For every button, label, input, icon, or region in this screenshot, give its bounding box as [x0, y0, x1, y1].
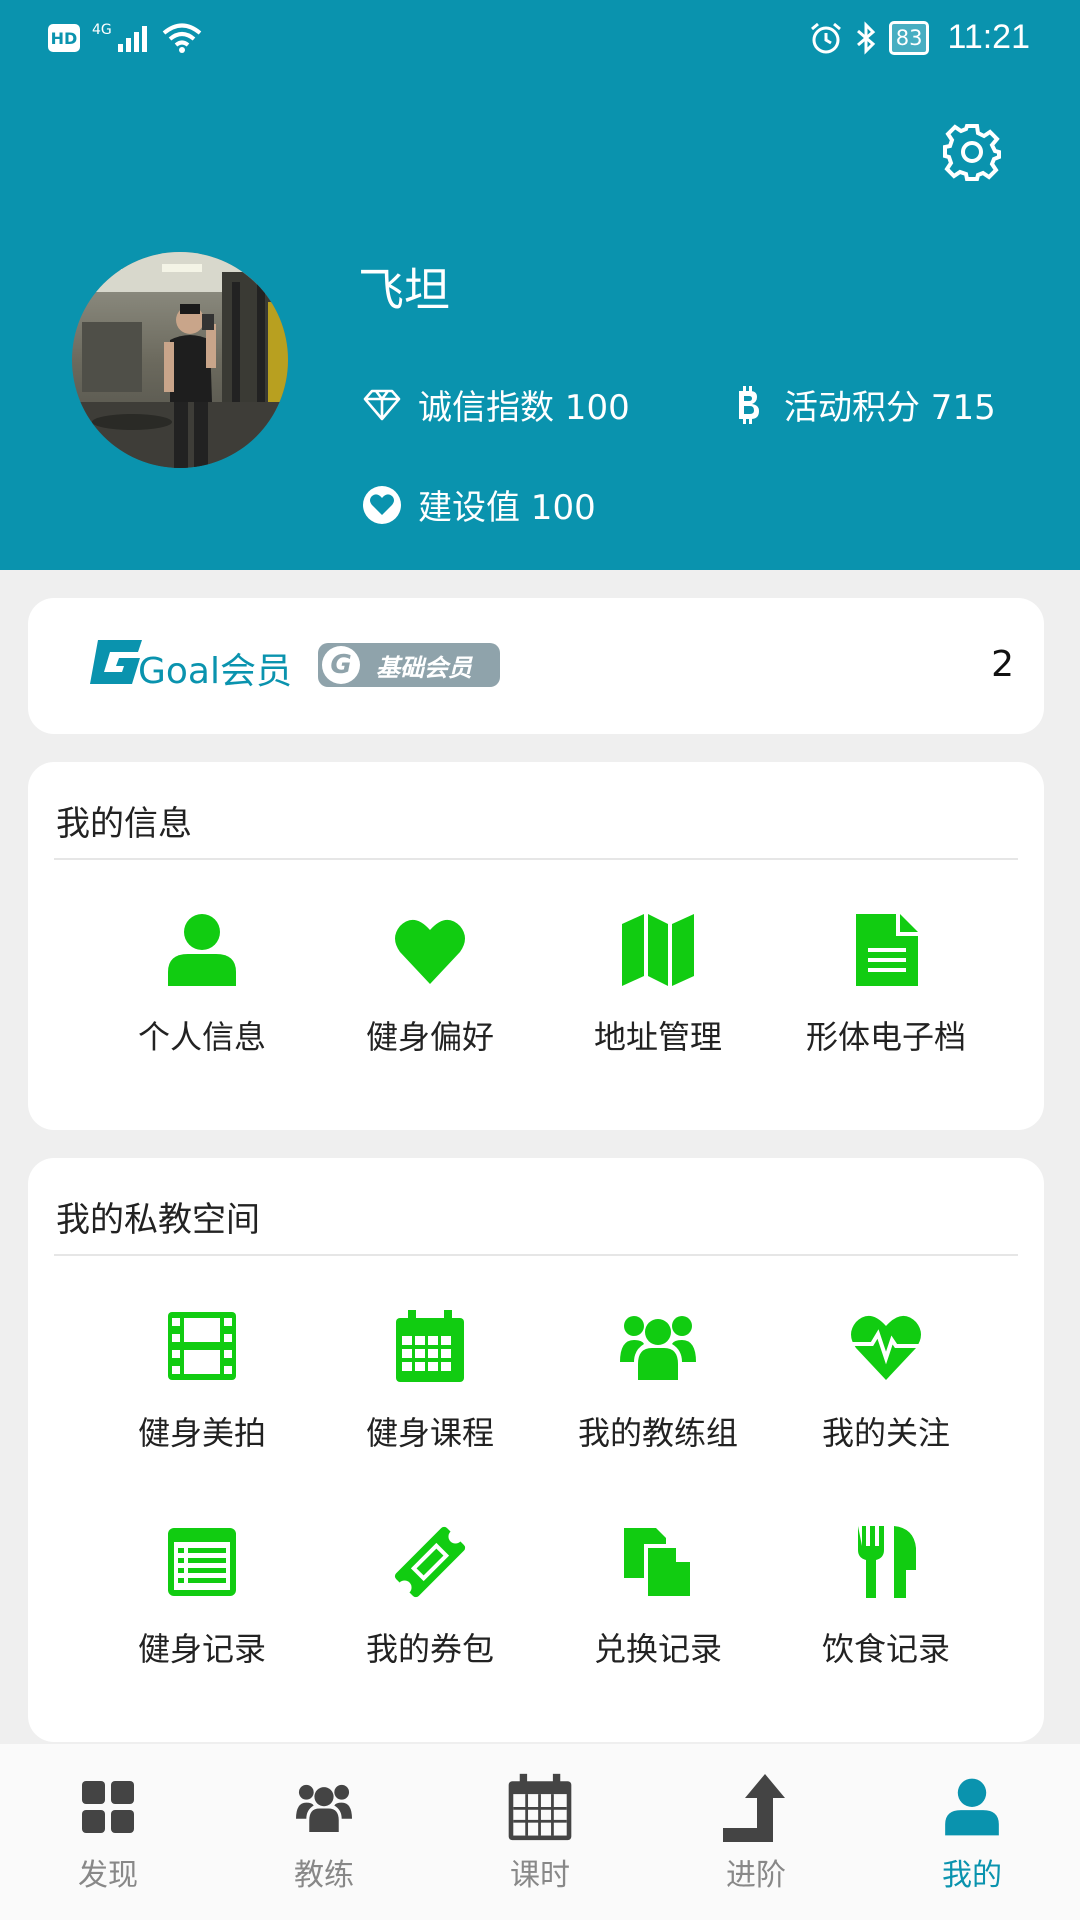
bluetooth-icon — [856, 20, 875, 55]
my-follow-item[interactable]: 我的关注 — [772, 1306, 1000, 1454]
grid-icon — [73, 1772, 143, 1842]
nav-discover-label: 发现 — [78, 1858, 138, 1893]
membership-badge: G 基础会员 — [318, 643, 500, 687]
fitness-photo-item[interactable]: 健身美拍 — [88, 1306, 316, 1454]
profile-header: HD 4G 83 11:21 飞坦 诚信指数 100 活动积分 715 建设值 … — [0, 0, 1080, 570]
turn-up-arrow-icon — [721, 1772, 791, 1842]
status-bar: HD 4G 83 11:21 — [0, 0, 1080, 84]
fitness-preference-label: 健身偏好 — [365, 1018, 494, 1056]
avatar[interactable] — [72, 252, 288, 468]
utensils-icon — [846, 1522, 926, 1602]
wifi-icon — [162, 23, 202, 53]
user-name: 飞坦 — [358, 263, 450, 317]
personal-info-label: 个人信息 — [137, 1018, 266, 1056]
calendar-icon — [505, 1772, 575, 1842]
nav-coach[interactable]: 教练 — [234, 1772, 414, 1894]
my-info-card: 我的信息 个人信息 健身偏好 地址管理 形体电子档 — [28, 762, 1044, 1130]
fitness-record-item[interactable]: 健身记录 — [88, 1522, 316, 1670]
membership-card[interactable]: Goal会员 G 基础会员 2 — [28, 598, 1044, 734]
fitness-preference-item[interactable]: 健身偏好 — [316, 910, 544, 1058]
heartbeat-icon — [846, 1306, 926, 1386]
nav-mine-label: 我的 — [942, 1858, 1002, 1893]
nav-advance[interactable]: 进阶 — [666, 1772, 846, 1894]
fitness-record-label: 健身记录 — [137, 1630, 266, 1668]
divider — [54, 858, 1018, 860]
settings-gear-icon[interactable] — [940, 120, 1004, 184]
film-icon — [162, 1306, 242, 1386]
copy-icon — [618, 1522, 698, 1602]
address-manage-item[interactable]: 地址管理 — [544, 910, 772, 1058]
alarm-icon — [810, 22, 841, 53]
coach-space-title: 我的私教空间 — [56, 1200, 260, 1240]
person-icon — [162, 910, 242, 990]
group-icon — [618, 1306, 698, 1386]
calendar-icon — [390, 1306, 470, 1386]
fitness-course-label: 健身课程 — [365, 1414, 494, 1452]
coupon-wallet-label: 我的券包 — [365, 1630, 494, 1668]
clock: 11:21 — [947, 18, 1030, 56]
heart-circle-icon — [362, 485, 402, 525]
document-icon — [846, 910, 926, 990]
exchange-record-label: 兑换记录 — [593, 1630, 722, 1668]
battery-level: 83 — [895, 25, 923, 50]
badge-logo-icon: G — [322, 646, 360, 684]
integrity-label: 诚信指数 100 — [418, 388, 630, 428]
diet-record-label: 饮食记录 — [821, 1630, 950, 1668]
nav-discover[interactable]: 发现 — [18, 1772, 198, 1894]
map-icon — [618, 910, 698, 990]
build-value-label: 建设值 100 — [418, 488, 596, 528]
address-manage-label: 地址管理 — [593, 1018, 722, 1056]
points-stat: 活动积分 715 — [728, 380, 996, 429]
nav-lessons[interactable]: 课时 — [450, 1772, 630, 1894]
body-profile-label: 形体电子档 — [805, 1018, 966, 1056]
nav-mine[interactable]: 我的 — [882, 1772, 1062, 1894]
membership-badge-label: 基础会员 — [376, 653, 472, 682]
divider — [54, 1254, 1018, 1256]
diamond-icon — [362, 385, 402, 425]
heart-icon — [390, 910, 470, 990]
goal-logo-icon — [90, 640, 142, 684]
user-icon — [937, 1772, 1007, 1842]
body-profile-item[interactable]: 形体电子档 — [772, 910, 1000, 1058]
integrity-stat: 诚信指数 100 — [362, 380, 630, 429]
exchange-record-item[interactable]: 兑换记录 — [544, 1522, 772, 1670]
personal-info-item[interactable]: 个人信息 — [88, 910, 316, 1058]
coach-group-item[interactable]: 我的教练组 — [544, 1306, 772, 1454]
fitness-course-item[interactable]: 健身课程 — [316, 1306, 544, 1454]
battery-indicator: 83 — [888, 20, 930, 55]
list-icon — [162, 1522, 242, 1602]
hd-badge: HD — [48, 24, 80, 52]
points-label: 活动积分 715 — [784, 388, 996, 428]
bitcoin-icon — [728, 385, 768, 425]
nav-advance-label: 进阶 — [726, 1858, 786, 1893]
ticket-icon — [390, 1522, 470, 1602]
build-value-stat: 建设值 100 — [362, 480, 596, 529]
my-follow-label: 我的关注 — [821, 1414, 950, 1452]
coach-space-card: 我的私教空间 健身美拍 健身课程 我的教练组 我的关注 健身记录 我的券包 兑换… — [28, 1158, 1044, 1742]
bottom-navigation: 发现 教练 课时 进阶 我的 — [0, 1744, 1080, 1920]
membership-count: 2 — [991, 644, 1014, 685]
nav-lessons-label: 课时 — [510, 1858, 570, 1893]
my-info-title: 我的信息 — [56, 804, 192, 844]
membership-label: Goal会员 — [138, 651, 292, 692]
nav-coach-label: 教练 — [294, 1858, 354, 1893]
fitness-photo-label: 健身美拍 — [137, 1414, 266, 1452]
signal-icon — [117, 26, 147, 52]
network-label: 4G — [92, 22, 112, 38]
diet-record-item[interactable]: 饮食记录 — [772, 1522, 1000, 1670]
group-icon — [289, 1772, 359, 1842]
coach-group-label: 我的教练组 — [577, 1414, 738, 1452]
coupon-wallet-item[interactable]: 我的券包 — [316, 1522, 544, 1670]
